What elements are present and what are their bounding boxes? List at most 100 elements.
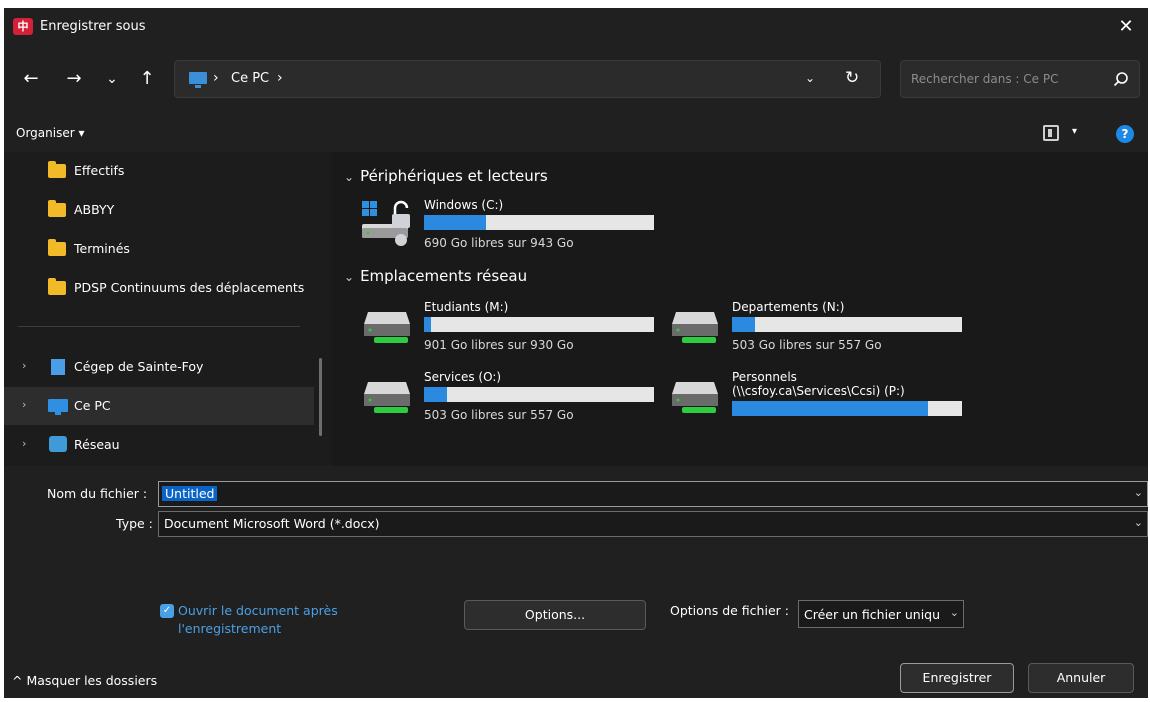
filename-field[interactable]: Untitled ⌄ [158,481,1148,507]
sidebar-item-pdsp[interactable]: PDSP Continuums des déplacements [4,269,314,307]
drive-usage-bar [424,387,654,402]
drive-usage-fill [424,387,447,402]
drive-item[interactable]: Windows (C:) 690 Go libres sur 943 Go [360,198,660,258]
sidebar-item-label: Ce PC [74,398,111,413]
drive-usage-fill [732,317,755,332]
sidebar-item-label: PDSP Continuums des déplacements [74,280,305,295]
collapse-chevron-icon: ⌄ [344,270,355,284]
building-icon [51,359,65,375]
cancel-button[interactable]: Annuler [1028,663,1134,693]
expand-chevron-icon[interactable]: › [22,437,26,450]
help-icon[interactable]: ? [1116,125,1134,143]
content-pane: ⌄ Périphériques et lecteurs Windows (C:) … [332,152,1148,466]
network-heading: Emplacements réseau [360,267,528,285]
sidebar-item-label: Terminés [74,241,130,256]
sidebar-item-ce-pc[interactable]: › Ce PC [4,387,314,425]
drive-usage-bar [732,401,962,416]
expand-chevron-icon[interactable]: › [22,359,26,372]
chevron-down-icon[interactable]: ⌄ [1134,516,1143,529]
network-drive-item[interactable]: Services (O:) 503 Go libres sur 557 Go [362,370,662,430]
network-drive-icon [364,312,410,343]
drive-usage-fill [732,401,928,416]
filename-label: Nom du fichier : [47,486,148,501]
network-section-header[interactable]: ⌄ Emplacements réseau [344,267,527,285]
address-history-dropdown[interactable]: ⌄ [805,71,815,85]
sidebar-item-cegep[interactable]: › Cégep de Sainte-Foy [4,348,314,386]
chevron-down-icon[interactable]: ⌄ [1134,486,1143,499]
breadcrumb-ce-pc[interactable]: Ce PC [231,71,269,86]
folder-icon [48,161,66,178]
sidebar-item-termines[interactable]: Terminés [4,230,314,268]
sidebar-item-abbyy[interactable]: ABBYY [4,191,314,229]
save-form: Nom du fichier : Untitled ⌄ Type : Docum… [4,466,1148,698]
sidebar-scrollbar[interactable] [319,358,322,436]
navigation-pane: Effectifs ABBYY Terminés PDSP Continuums… [4,152,332,466]
view-options-icon[interactable] [1043,125,1059,141]
network-drive-item[interactable]: Departements (N:) 503 Go libres sur 557 … [670,300,970,360]
open-after-save-label[interactable]: Ouvrir le document après l'enregistremen… [178,602,378,638]
back-button[interactable]: ← [16,64,46,94]
drive-usage-fill [424,215,487,230]
command-bar: Organiser ▾ ▾ ? [4,118,1148,152]
refresh-button[interactable]: ↻ [845,68,859,88]
app-logo-icon: 中 [13,18,33,35]
file-options-select[interactable]: Créer un fichier uniqu ⌄ [798,600,964,628]
type-label: Type : [116,516,153,531]
drive-usage-bar [424,215,654,230]
drive-path: (\\csfoy.ca\Services\Ccsi) (P:) [732,384,905,398]
drive-name: Personnels [732,370,797,384]
network-drive-item[interactable]: Personnels (\\csfoy.ca\Services\Ccsi) (P… [670,370,970,430]
window-title: Enregistrer sous [40,19,146,34]
file-options-value: Créer un fichier uniqu [804,607,941,622]
navigation-bar: ← → ⌄ ↑ › Ce PC › ⌄ ↻ Rechercher dans : … [4,46,1148,118]
drive-free-space: 503 Go libres sur 557 Go [424,408,574,422]
filename-value[interactable]: Untitled [162,486,218,501]
devices-section-header[interactable]: ⌄ Périphériques et lecteurs [344,167,548,185]
drive-name: Windows (C:) [424,198,504,212]
drive-usage-bar [424,317,654,332]
type-select[interactable]: Document Microsoft Word (*.docx) ⌄ [158,511,1148,537]
recent-locations-button[interactable]: ⌄ [97,64,127,94]
open-after-save-checkbox[interactable]: ✓ [160,604,174,618]
save-as-dialog: 中 Enregistrer sous ✕ ← → ⌄ ↑ › Ce PC › ⌄… [4,8,1148,698]
computer-icon [48,399,68,415]
file-options-label: Options de fichier : [670,603,789,618]
search-placeholder: Rechercher dans : Ce PC [911,72,1059,86]
network-icon [49,436,67,452]
windows-drive-locked-icon [362,200,410,246]
drive-name: Departements (N:) [732,300,845,314]
sidebar-item-reseau[interactable]: › Réseau [4,426,314,464]
title-bar: 中 Enregistrer sous ✕ [4,8,1148,46]
collapse-chevron-icon: ⌄ [344,170,355,184]
up-button[interactable]: ↑ [132,64,162,94]
expand-chevron-icon[interactable]: › [22,398,26,411]
type-value: Document Microsoft Word (*.docx) [164,516,380,531]
devices-heading: Périphériques et lecteurs [360,167,548,185]
drive-name: Services (O:) [424,370,502,384]
options-button[interactable]: Options... [464,600,646,630]
search-icon[interactable] [1111,69,1131,89]
forward-button[interactable]: → [59,64,89,94]
breadcrumb-separator[interactable]: › [277,70,283,86]
sidebar-item-label: Effectifs [74,163,125,178]
folder-icon [48,239,66,256]
sidebar-item-label: Cégep de Sainte-Foy [74,359,204,374]
search-input[interactable]: Rechercher dans : Ce PC [900,60,1140,98]
close-button[interactable]: ✕ [1104,8,1148,46]
network-drive-item[interactable]: Etudiants (M:) 901 Go libres sur 930 Go [362,300,662,360]
folder-icon [48,200,66,217]
network-drive-icon [672,312,718,343]
drive-free-space: 901 Go libres sur 930 Go [424,338,574,352]
save-button[interactable]: Enregistrer [900,663,1014,693]
folder-icon [48,278,66,295]
drive-free-space: 503 Go libres sur 557 Go [732,338,882,352]
sidebar-item-effectifs[interactable]: Effectifs [4,152,314,190]
hide-folders-button[interactable]: ^ Masquer les dossiers [12,673,157,688]
view-options-dropdown[interactable]: ▾ [1072,126,1077,137]
sidebar-divider [18,326,300,327]
chevron-down-icon[interactable]: ⌄ [950,606,959,619]
network-drive-icon [364,382,410,413]
organise-button[interactable]: Organiser ▾ [16,126,84,140]
address-bar[interactable]: › Ce PC › ⌄ ↻ [174,60,881,98]
breadcrumb-separator: › [213,70,219,86]
